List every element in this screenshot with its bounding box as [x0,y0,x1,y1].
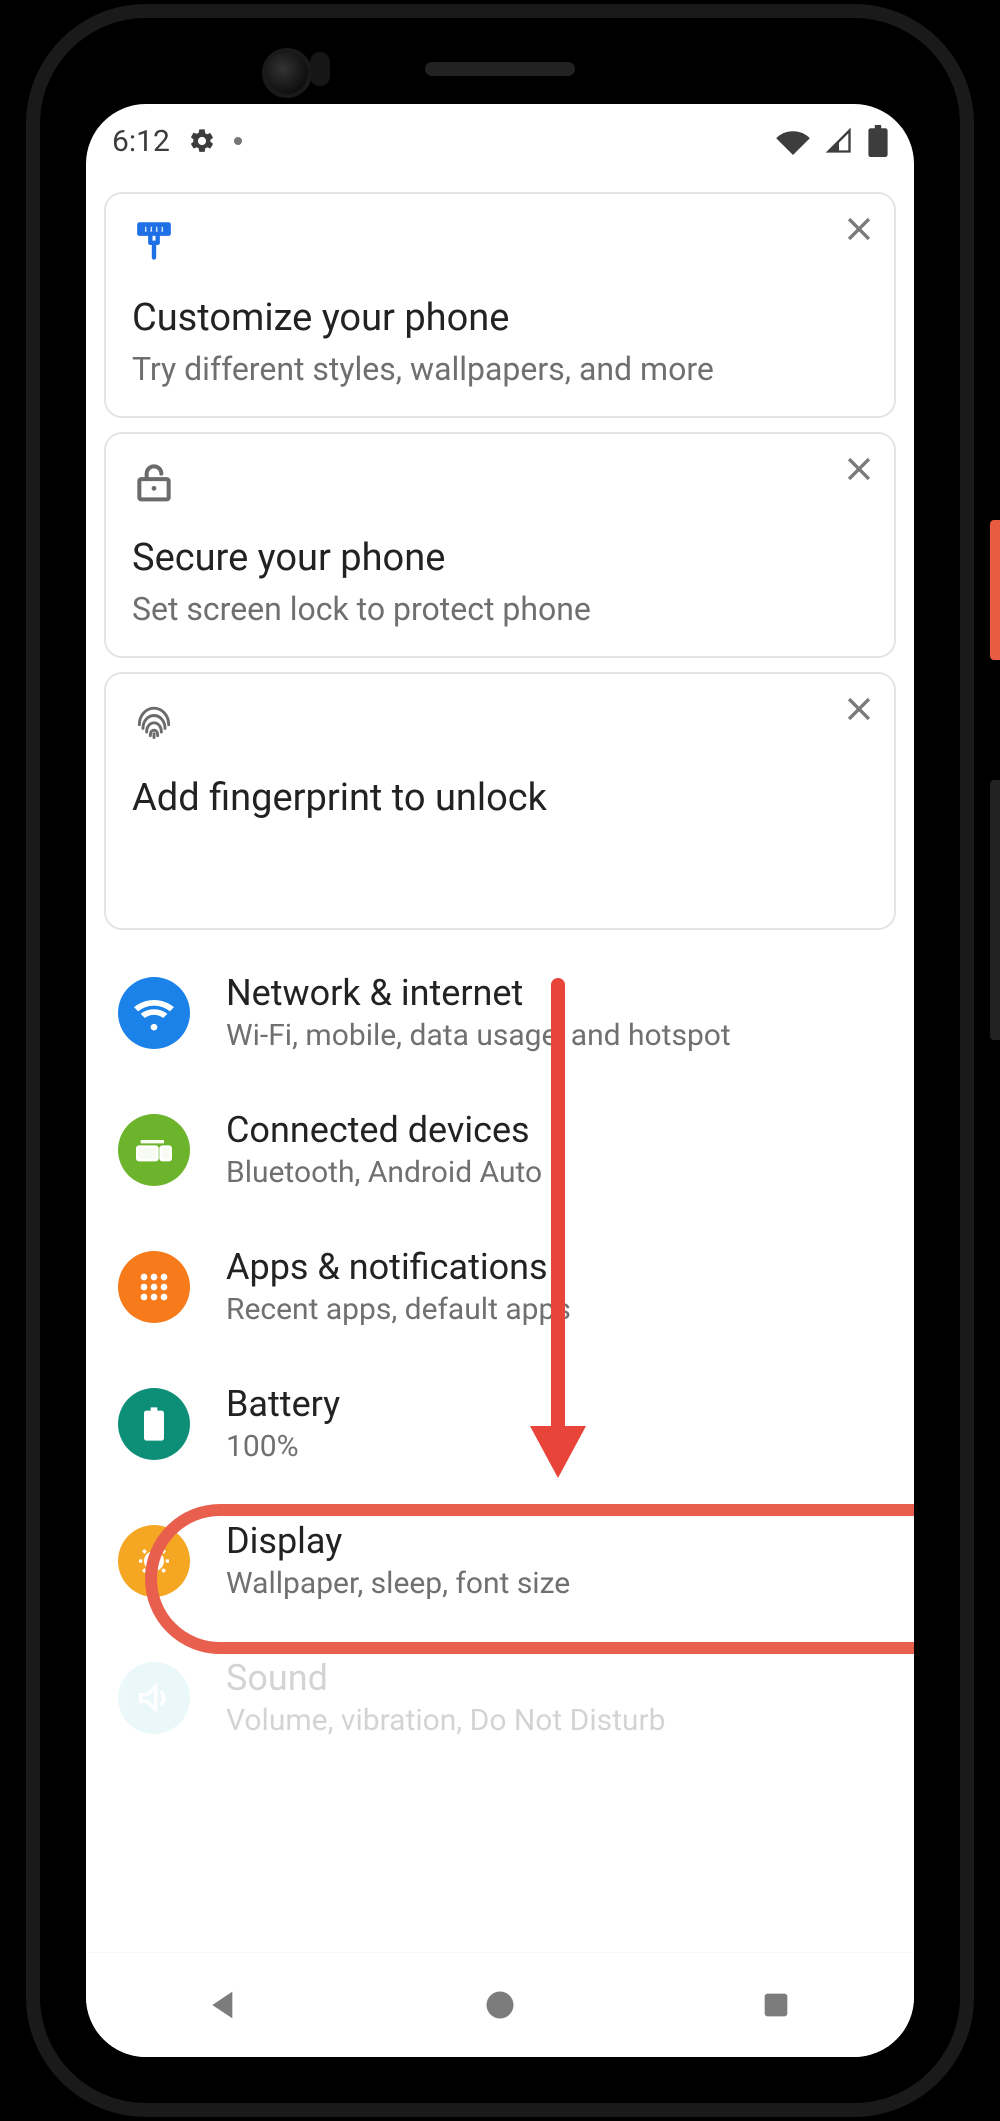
card-title: Customize your phone [132,296,868,340]
brightness-icon [118,1525,190,1597]
signal-status-icon [824,127,854,155]
row-subtitle: Wi-Fi, mobile, data usage, and hotspot [226,1018,731,1053]
screen: 6:12 [86,104,914,2057]
sound-icon [118,1662,190,1734]
row-title: Sound [226,1657,665,1699]
suggestion-card-fingerprint[interactable]: Add fingerprint to unlock [104,672,896,930]
phone-frame: 6:12 [26,4,974,2117]
card-title: Secure your phone [132,536,868,580]
device-volume-button [990,780,1000,1040]
wifi-icon [118,977,190,1049]
wifi-status-icon [776,127,810,155]
nav-home-button[interactable] [470,1975,530,2035]
settings-row-sound[interactable]: Sound Volume, vibration, Do Not Disturb [104,1629,896,1766]
row-title: Apps & notifications [226,1246,571,1288]
fingerprint-icon [132,698,868,748]
status-bar: 6:12 [86,104,914,178]
card-subtitle: Try different styles, wallpapers, and mo… [132,350,868,388]
row-title: Network & internet [226,972,731,1014]
nav-back-button[interactable] [194,1975,254,2035]
notification-dot-icon [234,137,242,145]
nav-recents-button[interactable] [746,1975,806,2035]
row-subtitle: Bluetooth, Android Auto [226,1155,542,1190]
row-subtitle: Recent apps, default apps [226,1292,571,1327]
settings-status-icon [188,127,216,155]
status-time: 6:12 [112,124,170,159]
devices-icon [118,1114,190,1186]
suggestion-card-customize[interactable]: Customize your phone Try different style… [104,192,896,418]
row-subtitle: 100% [226,1429,340,1464]
device-earpiece [425,62,575,76]
row-subtitle: Wallpaper, sleep, font size [226,1566,570,1601]
settings-row-network[interactable]: Network & internet Wi-Fi, mobile, data u… [104,944,896,1081]
apps-grid-icon [118,1251,190,1323]
brush-icon [132,218,868,268]
close-icon[interactable] [842,692,876,730]
settings-row-connected-devices[interactable]: Connected devices Bluetooth, Android Aut… [104,1081,896,1218]
battery-status-icon [868,125,888,157]
row-title: Display [226,1520,570,1562]
close-icon[interactable] [842,212,876,250]
card-title: Add fingerprint to unlock [132,776,868,820]
card-subtitle: Set screen lock to protect phone [132,590,868,628]
row-title: Battery [226,1383,340,1425]
unlocked-padlock-icon [132,458,868,508]
close-icon[interactable] [842,452,876,490]
suggestion-card-secure[interactable]: Secure your phone Set screen lock to pro… [104,432,896,658]
system-navigation-bar [86,1952,914,2057]
device-sensors [262,48,332,90]
settings-row-battery[interactable]: Battery 100% [104,1355,896,1492]
battery-icon [118,1388,190,1460]
row-title: Connected devices [226,1109,542,1151]
settings-row-apps-notifications[interactable]: Apps & notifications Recent apps, defaul… [104,1218,896,1355]
device-power-button [990,520,1000,660]
settings-row-display[interactable]: Display Wallpaper, sleep, font size [104,1492,896,1629]
row-subtitle: Volume, vibration, Do Not Disturb [226,1703,665,1738]
